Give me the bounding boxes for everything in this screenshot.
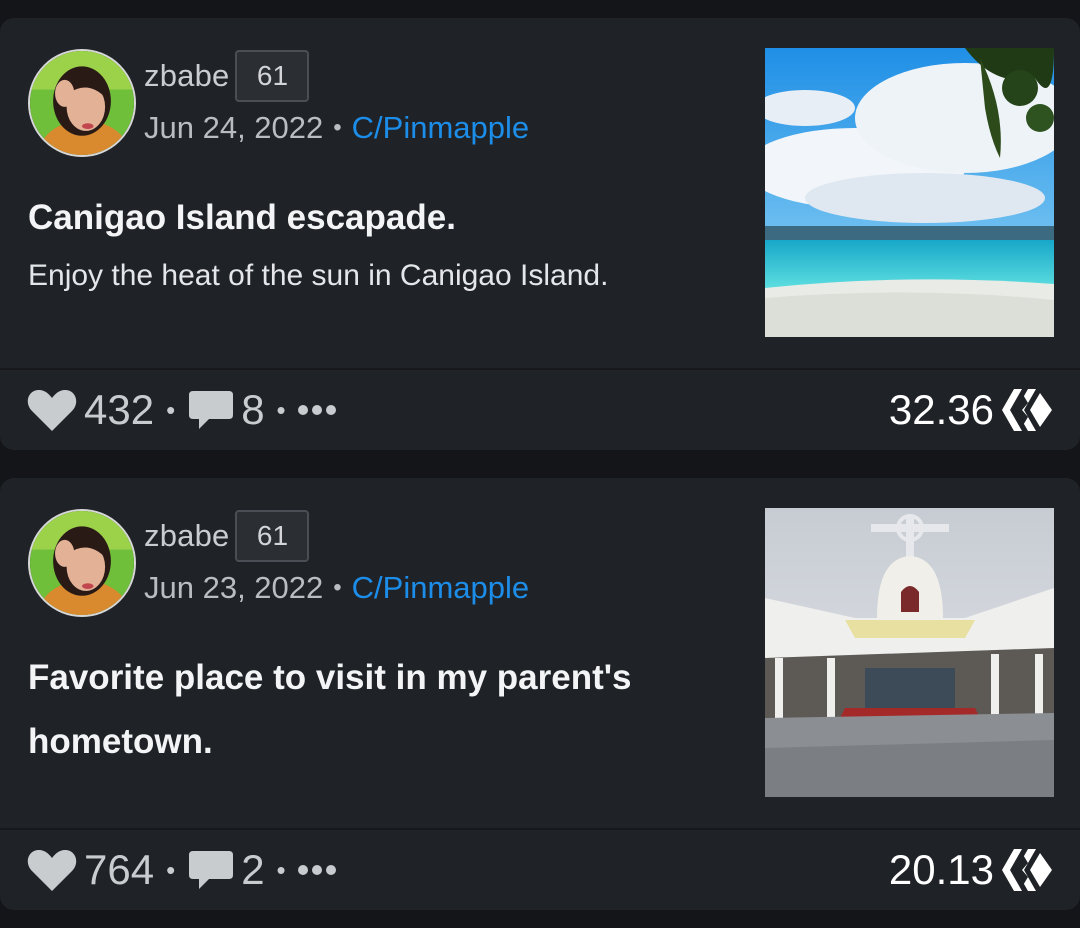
stat-separator: • [276, 854, 286, 885]
post-excerpt[interactable]: Enjoy the heat of the sun in Canigao Isl… [28, 252, 608, 300]
payout[interactable]: 20.13 [889, 845, 1054, 895]
heart-icon [27, 850, 77, 891]
post-stats: 432 • 8 • [26, 386, 336, 434]
post-meta: Jun 24, 2022 • C/Pinmapple [144, 106, 529, 150]
beach-photo [765, 48, 1054, 337]
post-footer: 764 • 2 • 20.13 [0, 828, 1080, 910]
post-thumbnail[interactable] [765, 48, 1054, 337]
post-meta: Jun 23, 2022 • C/Pinmapple [144, 566, 529, 610]
author-row: zbabe 61 [144, 49, 310, 103]
stat-separator: • [166, 854, 176, 885]
avatar[interactable] [28, 509, 136, 617]
payout-value: 32.36 [888, 386, 994, 433]
comments-button[interactable]: 2 [187, 846, 265, 894]
avatar[interactable] [28, 49, 136, 157]
post-title[interactable]: Canigao Island escapade. [28, 186, 728, 250]
community-link[interactable]: C/Pinmapple [352, 570, 529, 606]
vote-button[interactable]: 432 [26, 386, 154, 434]
meta-separator: • [333, 574, 342, 601]
avatar-image [30, 51, 134, 155]
author-name[interactable]: zbabe [144, 58, 229, 94]
vote-count: 764 [84, 846, 155, 893]
post-stats: 764 • 2 • [26, 846, 336, 894]
payout-value: 20.13 [888, 846, 994, 893]
comments-button[interactable]: 8 [187, 386, 265, 434]
comment-count: 2 [241, 846, 265, 893]
author-row: zbabe 61 [144, 509, 310, 563]
comment-icon [189, 851, 234, 889]
stat-separator: • [166, 394, 176, 425]
reputation-badge: 61 [235, 510, 310, 562]
stat-separator: • [276, 394, 286, 425]
meta-separator: • [333, 114, 342, 141]
payout[interactable]: 32.36 [889, 385, 1054, 435]
hive-icon [1002, 389, 1052, 431]
vote-count: 432 [84, 386, 155, 433]
vote-button[interactable]: 764 [26, 846, 154, 894]
heart-icon [27, 390, 77, 431]
comment-icon [189, 391, 234, 429]
author-name[interactable]: zbabe [144, 518, 229, 554]
post-card[interactable]: zbabe 61 Jun 23, 2022 • C/Pinmapple Favo… [0, 478, 1080, 910]
post-card[interactable]: zbabe 61 Jun 24, 2022 • C/Pinmapple Cani… [0, 18, 1080, 450]
post-date[interactable]: Jun 24, 2022 [144, 110, 323, 146]
more-icon[interactable] [297, 405, 336, 415]
post-thumbnail[interactable] [765, 508, 1054, 797]
reputation-badge: 61 [235, 50, 310, 102]
church-photo [765, 508, 1054, 797]
post-date[interactable]: Jun 23, 2022 [144, 570, 323, 606]
more-icon[interactable] [297, 865, 336, 875]
post-feed: zbabe 61 Jun 24, 2022 • C/Pinmapple Cani… [0, 0, 1080, 928]
post-footer: 432 • 8 • 32.36 [0, 368, 1080, 450]
post-body: zbabe 61 Jun 24, 2022 • C/Pinmapple Cani… [0, 18, 1080, 366]
comment-count: 8 [241, 386, 265, 433]
community-link[interactable]: C/Pinmapple [352, 110, 529, 146]
post-body: zbabe 61 Jun 23, 2022 • C/Pinmapple Favo… [0, 478, 1080, 826]
hive-icon [1002, 849, 1052, 891]
post-title[interactable]: Favorite place to visit in my parent's h… [28, 646, 728, 774]
avatar-image [30, 511, 134, 615]
